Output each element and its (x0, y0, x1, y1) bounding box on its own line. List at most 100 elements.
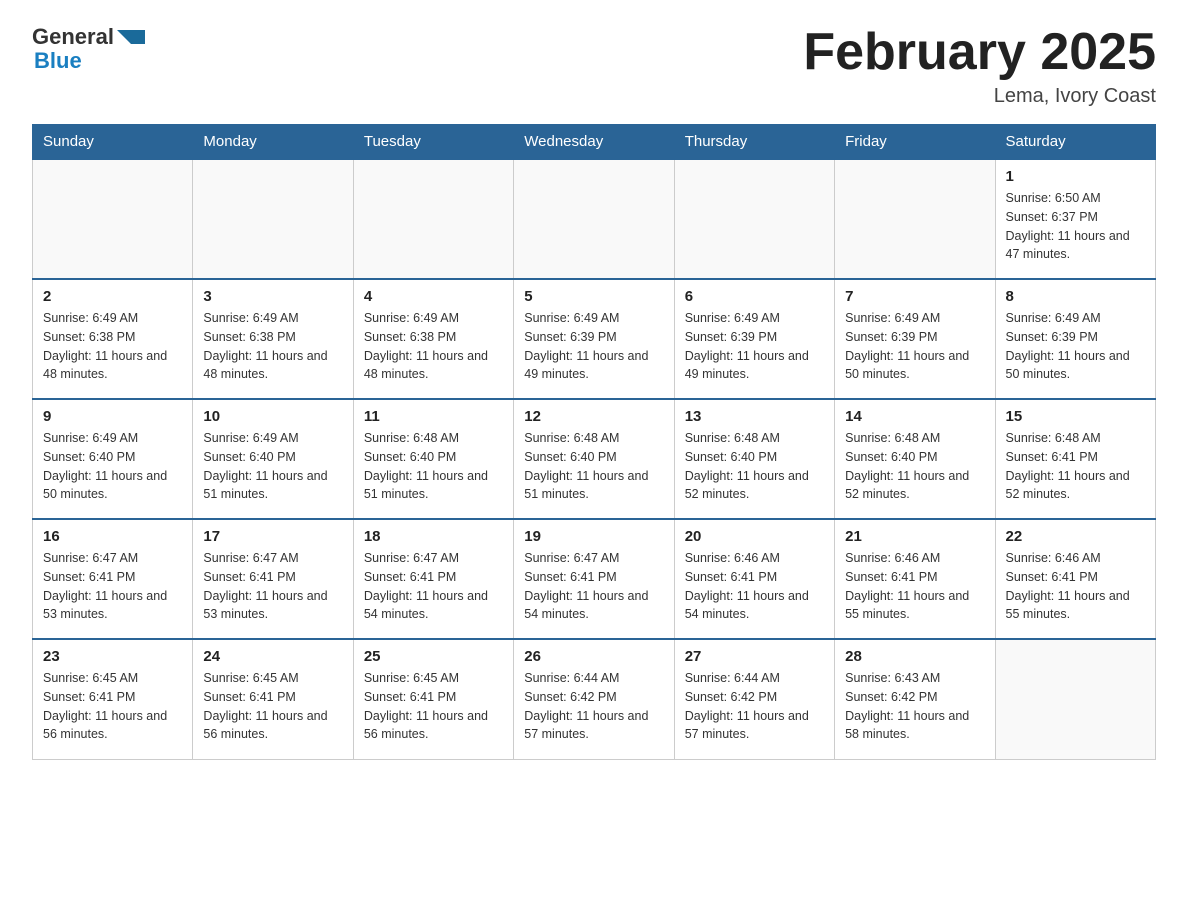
day-number: 23 (43, 648, 182, 665)
day-header-sunday: Sunday (33, 125, 193, 160)
calendar-week-row: 16 Sunrise: 6:47 AM Sunset: 6:41 PM Dayli… (33, 519, 1156, 639)
day-number: 25 (364, 648, 503, 665)
day-number: 3 (203, 288, 342, 305)
day-number: 20 (685, 528, 824, 545)
calendar-day-cell: 23 Sunrise: 6:45 AM Sunset: 6:41 PM Dayli… (33, 639, 193, 759)
day-number: 16 (43, 528, 182, 545)
day-info: Sunrise: 6:45 AM Sunset: 6:41 PM Dayligh… (203, 669, 342, 744)
day-header-thursday: Thursday (674, 125, 834, 160)
calendar-day-cell: 10 Sunrise: 6:49 AM Sunset: 6:40 PM Dayli… (193, 399, 353, 519)
calendar-day-cell: 3 Sunrise: 6:49 AM Sunset: 6:38 PM Daylig… (193, 279, 353, 399)
day-number: 12 (524, 408, 663, 425)
day-info: Sunrise: 6:46 AM Sunset: 6:41 PM Dayligh… (845, 549, 984, 624)
day-number: 6 (685, 288, 824, 305)
day-header-monday: Monday (193, 125, 353, 160)
day-number: 18 (364, 528, 503, 545)
calendar-day-cell: 26 Sunrise: 6:44 AM Sunset: 6:42 PM Dayli… (514, 639, 674, 759)
day-info: Sunrise: 6:49 AM Sunset: 6:39 PM Dayligh… (524, 309, 663, 384)
day-number: 5 (524, 288, 663, 305)
day-info: Sunrise: 6:47 AM Sunset: 6:41 PM Dayligh… (203, 549, 342, 624)
calendar-day-cell: 6 Sunrise: 6:49 AM Sunset: 6:39 PM Daylig… (674, 279, 834, 399)
day-info: Sunrise: 6:49 AM Sunset: 6:38 PM Dayligh… (364, 309, 503, 384)
location-label: Lema, Ivory Coast (803, 85, 1156, 108)
calendar-day-cell (674, 159, 834, 279)
day-info: Sunrise: 6:49 AM Sunset: 6:40 PM Dayligh… (203, 429, 342, 504)
day-header-saturday: Saturday (995, 125, 1155, 160)
day-header-wednesday: Wednesday (514, 125, 674, 160)
month-title: February 2025 (803, 24, 1156, 81)
calendar-day-cell: 5 Sunrise: 6:49 AM Sunset: 6:39 PM Daylig… (514, 279, 674, 399)
day-header-friday: Friday (835, 125, 995, 160)
day-info: Sunrise: 6:50 AM Sunset: 6:37 PM Dayligh… (1006, 189, 1145, 264)
logo-general-text: General (32, 24, 114, 50)
day-number: 24 (203, 648, 342, 665)
calendar-week-row: 1Sunrise: 6:50 AM Sunset: 6:37 PM Daylig… (33, 159, 1156, 279)
calendar-day-cell: 24 Sunrise: 6:45 AM Sunset: 6:41 PM Dayli… (193, 639, 353, 759)
calendar-day-cell: 12 Sunrise: 6:48 AM Sunset: 6:40 PM Dayli… (514, 399, 674, 519)
day-number: 13 (685, 408, 824, 425)
logo: General Blue (32, 24, 145, 74)
day-number: 2 (43, 288, 182, 305)
calendar-day-cell: 16 Sunrise: 6:47 AM Sunset: 6:41 PM Dayli… (33, 519, 193, 639)
day-info: Sunrise: 6:48 AM Sunset: 6:40 PM Dayligh… (685, 429, 824, 504)
title-block: February 2025 Lema, Ivory Coast (803, 24, 1156, 108)
day-info: Sunrise: 6:48 AM Sunset: 6:40 PM Dayligh… (845, 429, 984, 504)
day-number: 8 (1006, 288, 1145, 305)
calendar-day-cell: 13 Sunrise: 6:48 AM Sunset: 6:40 PM Dayli… (674, 399, 834, 519)
day-info: Sunrise: 6:49 AM Sunset: 6:39 PM Dayligh… (1006, 309, 1145, 384)
calendar-day-cell: 11 Sunrise: 6:48 AM Sunset: 6:40 PM Dayli… (353, 399, 513, 519)
day-info: Sunrise: 6:45 AM Sunset: 6:41 PM Dayligh… (43, 669, 182, 744)
calendar-day-cell: 20 Sunrise: 6:46 AM Sunset: 6:41 PM Dayli… (674, 519, 834, 639)
calendar-day-cell (33, 159, 193, 279)
day-info: Sunrise: 6:49 AM Sunset: 6:38 PM Dayligh… (43, 309, 182, 384)
calendar-week-row: 23 Sunrise: 6:45 AM Sunset: 6:41 PM Dayli… (33, 639, 1156, 759)
day-info: Sunrise: 6:47 AM Sunset: 6:41 PM Dayligh… (43, 549, 182, 624)
day-number: 14 (845, 408, 984, 425)
day-info: Sunrise: 6:49 AM Sunset: 6:39 PM Dayligh… (685, 309, 824, 384)
calendar-day-cell (835, 159, 995, 279)
logo-triangle-icon (117, 30, 145, 44)
day-header-tuesday: Tuesday (353, 125, 513, 160)
day-number: 4 (364, 288, 503, 305)
day-info: Sunrise: 6:48 AM Sunset: 6:40 PM Dayligh… (364, 429, 503, 504)
calendar-day-cell: 7Sunrise: 6:49 AM Sunset: 6:39 PM Daylig… (835, 279, 995, 399)
day-number: 17 (203, 528, 342, 545)
calendar-week-row: 9 Sunrise: 6:49 AM Sunset: 6:40 PM Daylig… (33, 399, 1156, 519)
day-info: Sunrise: 6:44 AM Sunset: 6:42 PM Dayligh… (524, 669, 663, 744)
day-info: Sunrise: 6:49 AM Sunset: 6:38 PM Dayligh… (203, 309, 342, 384)
calendar-day-cell: 4 Sunrise: 6:49 AM Sunset: 6:38 PM Daylig… (353, 279, 513, 399)
logo-blue-text: Blue (34, 48, 82, 74)
calendar-day-cell: 14 Sunrise: 6:48 AM Sunset: 6:40 PM Dayli… (835, 399, 995, 519)
day-info: Sunrise: 6:49 AM Sunset: 6:40 PM Dayligh… (43, 429, 182, 504)
day-info: Sunrise: 6:47 AM Sunset: 6:41 PM Dayligh… (524, 549, 663, 624)
day-number: 10 (203, 408, 342, 425)
calendar-day-cell (995, 639, 1155, 759)
day-number: 15 (1006, 408, 1145, 425)
day-number: 26 (524, 648, 663, 665)
day-number: 28 (845, 648, 984, 665)
calendar-table: SundayMondayTuesdayWednesdayThursdayFrid… (32, 124, 1156, 760)
day-info: Sunrise: 6:43 AM Sunset: 6:42 PM Dayligh… (845, 669, 984, 744)
calendar-day-cell: 28 Sunrise: 6:43 AM Sunset: 6:42 PM Dayli… (835, 639, 995, 759)
day-number: 21 (845, 528, 984, 545)
calendar-day-cell: 25Sunrise: 6:45 AM Sunset: 6:41 PM Dayli… (353, 639, 513, 759)
calendar-day-cell: 9 Sunrise: 6:49 AM Sunset: 6:40 PM Daylig… (33, 399, 193, 519)
calendar-week-row: 2 Sunrise: 6:49 AM Sunset: 6:38 PM Daylig… (33, 279, 1156, 399)
day-number: 7 (845, 288, 984, 305)
day-number: 9 (43, 408, 182, 425)
day-info: Sunrise: 6:46 AM Sunset: 6:41 PM Dayligh… (685, 549, 824, 624)
day-info: Sunrise: 6:44 AM Sunset: 6:42 PM Dayligh… (685, 669, 824, 744)
day-number: 19 (524, 528, 663, 545)
calendar-day-cell: 22Sunrise: 6:46 AM Sunset: 6:41 PM Dayli… (995, 519, 1155, 639)
calendar-day-cell (193, 159, 353, 279)
calendar-day-cell: 18Sunrise: 6:47 AM Sunset: 6:41 PM Dayli… (353, 519, 513, 639)
calendar-day-cell: 27 Sunrise: 6:44 AM Sunset: 6:42 PM Dayli… (674, 639, 834, 759)
day-info: Sunrise: 6:48 AM Sunset: 6:41 PM Dayligh… (1006, 429, 1145, 504)
day-info: Sunrise: 6:48 AM Sunset: 6:40 PM Dayligh… (524, 429, 663, 504)
day-number: 11 (364, 408, 503, 425)
calendar-day-cell: 17 Sunrise: 6:47 AM Sunset: 6:41 PM Dayli… (193, 519, 353, 639)
calendar-day-cell: 8 Sunrise: 6:49 AM Sunset: 6:39 PM Daylig… (995, 279, 1155, 399)
calendar-header-row: SundayMondayTuesdayWednesdayThursdayFrid… (33, 125, 1156, 160)
day-number: 27 (685, 648, 824, 665)
calendar-day-cell (353, 159, 513, 279)
